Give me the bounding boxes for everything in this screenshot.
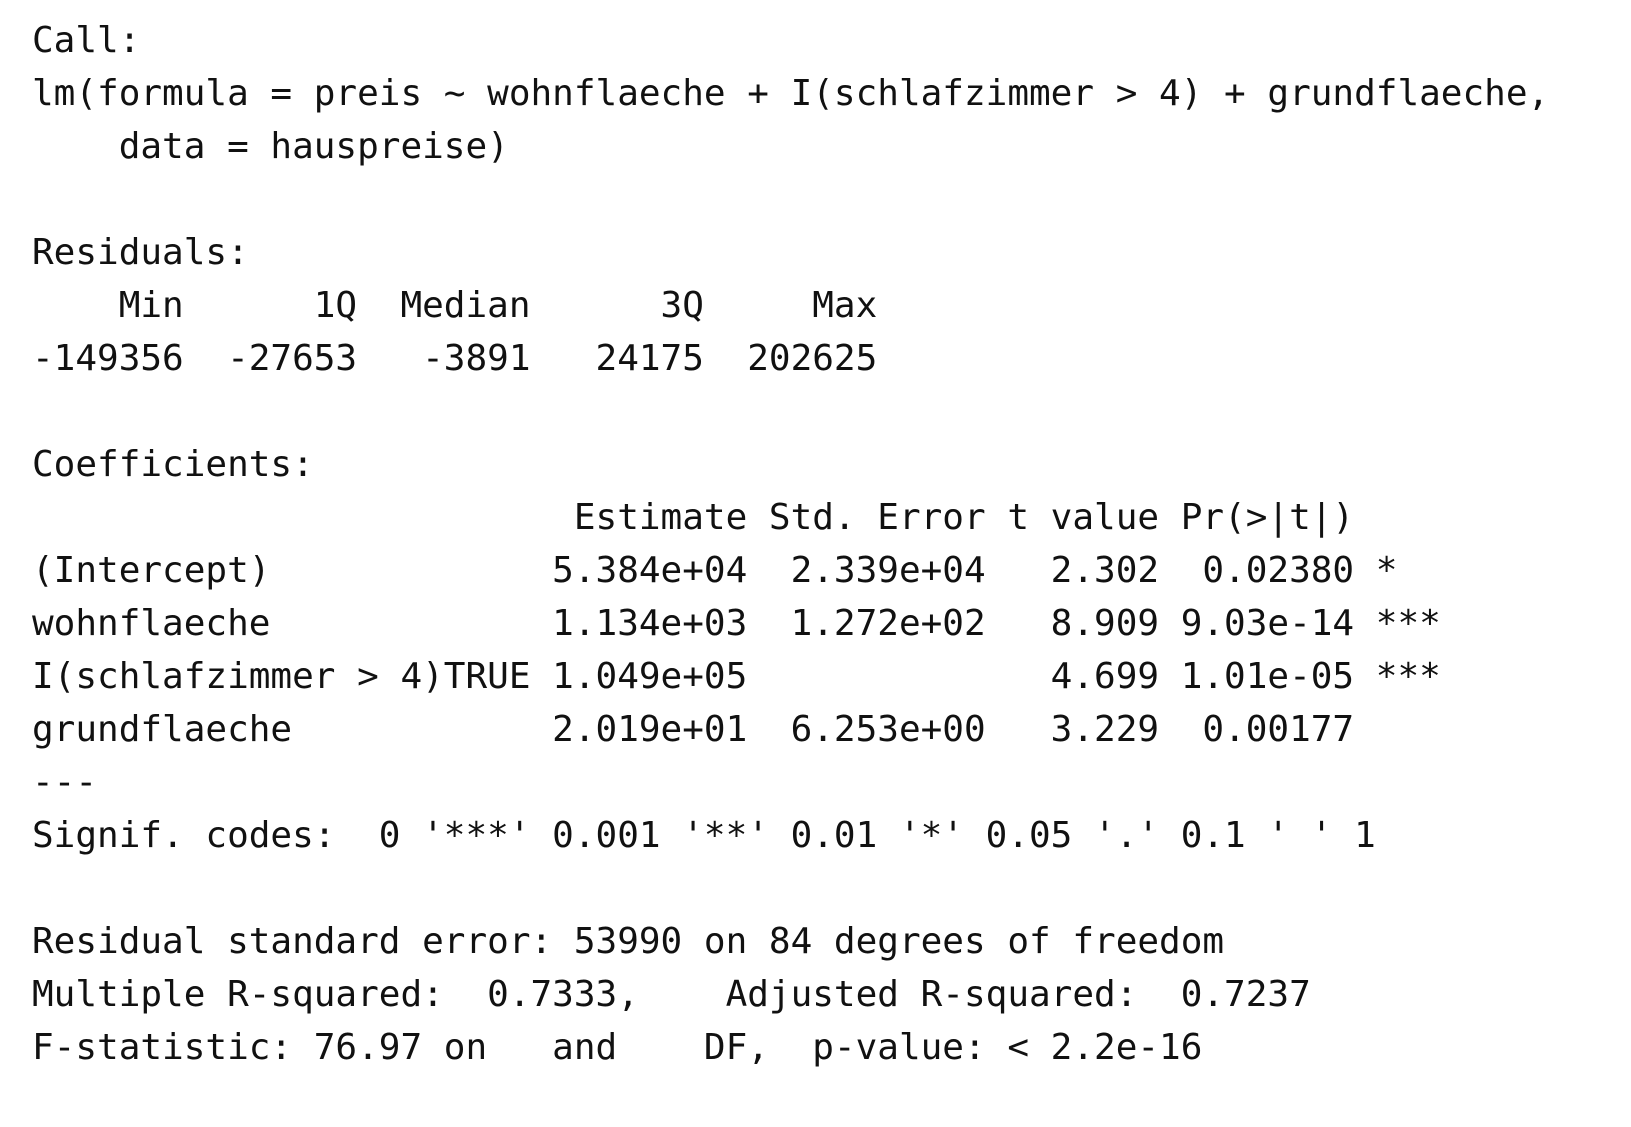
residuals-heading: Residuals: — [32, 232, 249, 273]
regression-summary-output: Call: lm(formula = preis ~ wohnflaeche + … — [32, 14, 1549, 1074]
call-formula-line: lm(formula = preis ~ wohnflaeche + I(sch… — [32, 73, 1550, 114]
f-statistic-line: F-statistic: 76.97 on and DF, p-value: <… — [32, 1027, 1203, 1068]
signif-codes-line: Signif. codes: 0 '***' 0.001 '**' 0.01 '… — [32, 815, 1376, 856]
call-heading: Call: — [32, 20, 141, 61]
call-data-line: data = hauspreise) — [32, 126, 509, 167]
r-squared-line: Multiple R-squared: 0.7333, Adjusted R-s… — [32, 974, 1311, 1015]
residuals-header-row: Min 1Q Median 3Q Max — [32, 285, 878, 326]
coefficients-header-row: Estimate Std. Error t value Pr(>|t|) — [32, 497, 1355, 538]
coef-row-intercept: (Intercept) 5.384e+04 2.339e+04 2.302 0.… — [32, 550, 1398, 591]
residual-std-error-line: Residual standard error: 53990 on 84 deg… — [32, 921, 1225, 962]
separator-line: --- — [32, 762, 98, 803]
coef-row-schlafzimmer: I(schlafzimmer > 4)TRUE 1.049e+05 4.699 … — [32, 656, 1441, 697]
coef-row-grundflaeche: grundflaeche 2.019e+01 6.253e+00 3.229 0… — [32, 709, 1355, 750]
residuals-values-row: -149356 -27653 -3891 24175 202625 — [32, 338, 878, 379]
coefficients-heading: Coefficients: — [32, 444, 314, 485]
coef-row-wohnflaeche: wohnflaeche 1.134e+03 1.272e+02 8.909 9.… — [32, 603, 1441, 644]
